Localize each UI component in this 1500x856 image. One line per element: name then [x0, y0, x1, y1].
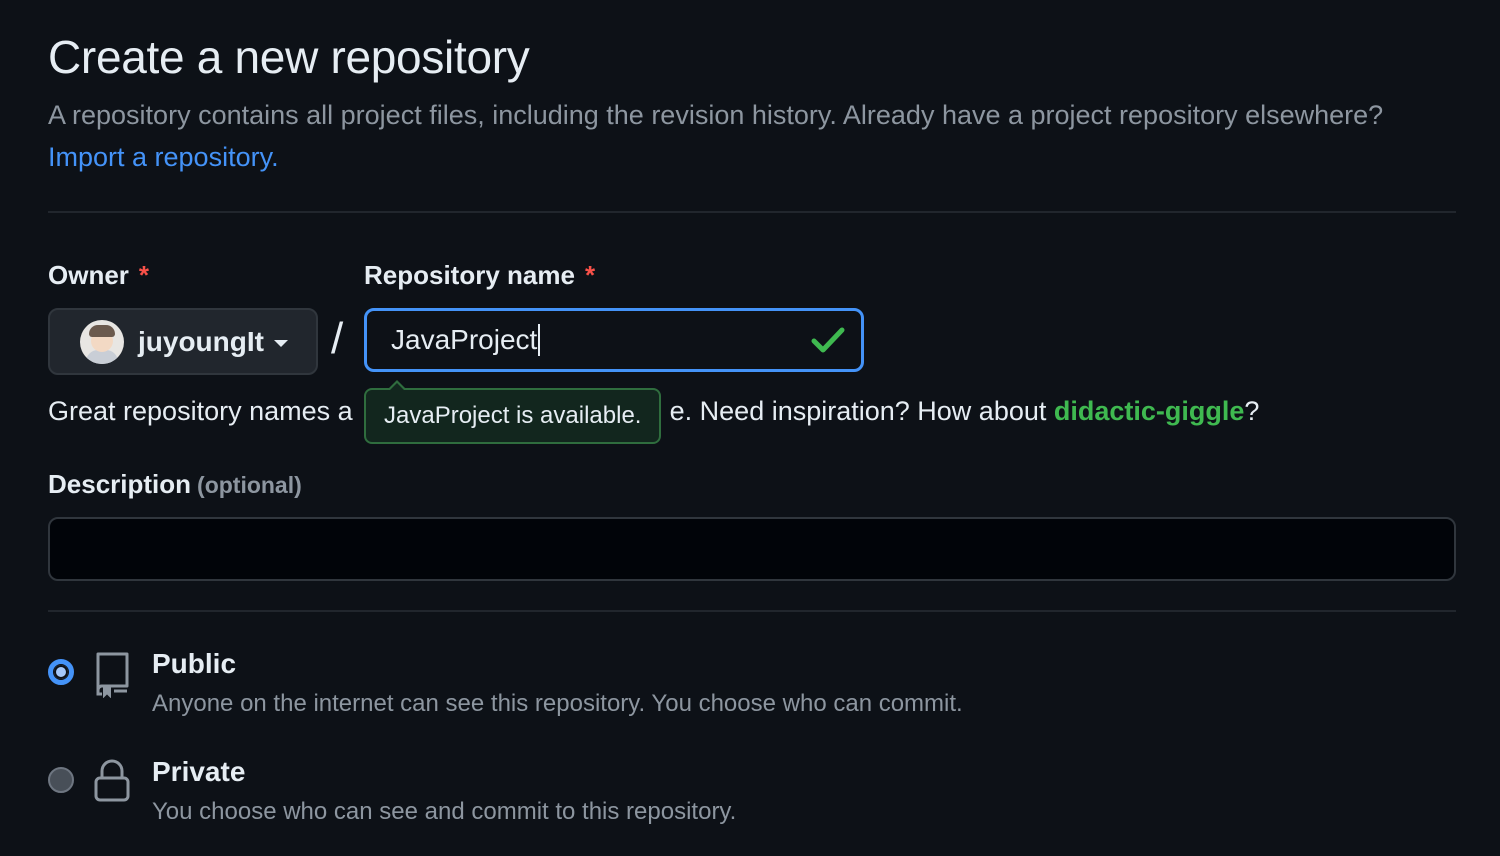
owner-name: juyoungIt	[138, 325, 264, 357]
page-subtitle: A repository contains all project files,…	[48, 94, 1448, 178]
description-optional-hint: (optional)	[197, 472, 302, 498]
private-option-title: Private	[152, 756, 246, 787]
helper-suffix: ?	[1244, 396, 1260, 426]
check-icon	[811, 327, 845, 353]
public-option-description: Anyone on the internet can see this repo…	[152, 690, 963, 717]
suggested-name-link[interactable]: didactic-giggle	[1054, 396, 1245, 426]
text-cursor	[538, 324, 541, 356]
repo-icon	[96, 652, 129, 698]
helper-middle: e. Need inspiration? How about	[669, 396, 1054, 426]
availability-tooltip: JavaProject is available.	[364, 380, 662, 444]
subtitle-text: A repository contains all project files,…	[48, 100, 1384, 130]
description-input[interactable]	[48, 517, 1456, 581]
repository-name-label: Repository name *	[364, 260, 595, 291]
avatar	[80, 319, 124, 364]
import-repository-link[interactable]: Import a repository.	[48, 142, 279, 172]
public-option-title: Public	[152, 648, 237, 679]
private-option-description: You choose who can see and commit to thi…	[152, 798, 737, 825]
owner-required-mark: *	[138, 260, 150, 290]
owner-dropdown-button[interactable]: juyoungIt	[48, 308, 318, 375]
private-radio[interactable]	[48, 767, 74, 793]
repository-name-label-text: Repository name	[364, 260, 575, 290]
visibility-divider	[48, 610, 1456, 612]
repository-name-value: JavaProject	[391, 324, 538, 355]
owner-label-text: Owner	[48, 260, 129, 290]
header-divider	[48, 211, 1456, 213]
repository-name-input[interactable]: JavaProject	[364, 308, 864, 372]
repository-required-mark: *	[584, 260, 596, 290]
public-radio[interactable]	[48, 659, 74, 685]
owner-label: Owner *	[48, 260, 149, 291]
lock-icon	[94, 759, 130, 802]
caret-down-icon	[273, 340, 288, 347]
description-label: Description (optional)	[48, 469, 302, 500]
description-label-text: Description	[48, 469, 192, 499]
page-title: Create a new repository	[48, 31, 530, 83]
helper-prefix: Great repository names a	[48, 396, 353, 426]
new-repository-page: Create a new repository A repository con…	[0, 0, 1500, 856]
owner-repo-separator: /	[331, 314, 344, 363]
